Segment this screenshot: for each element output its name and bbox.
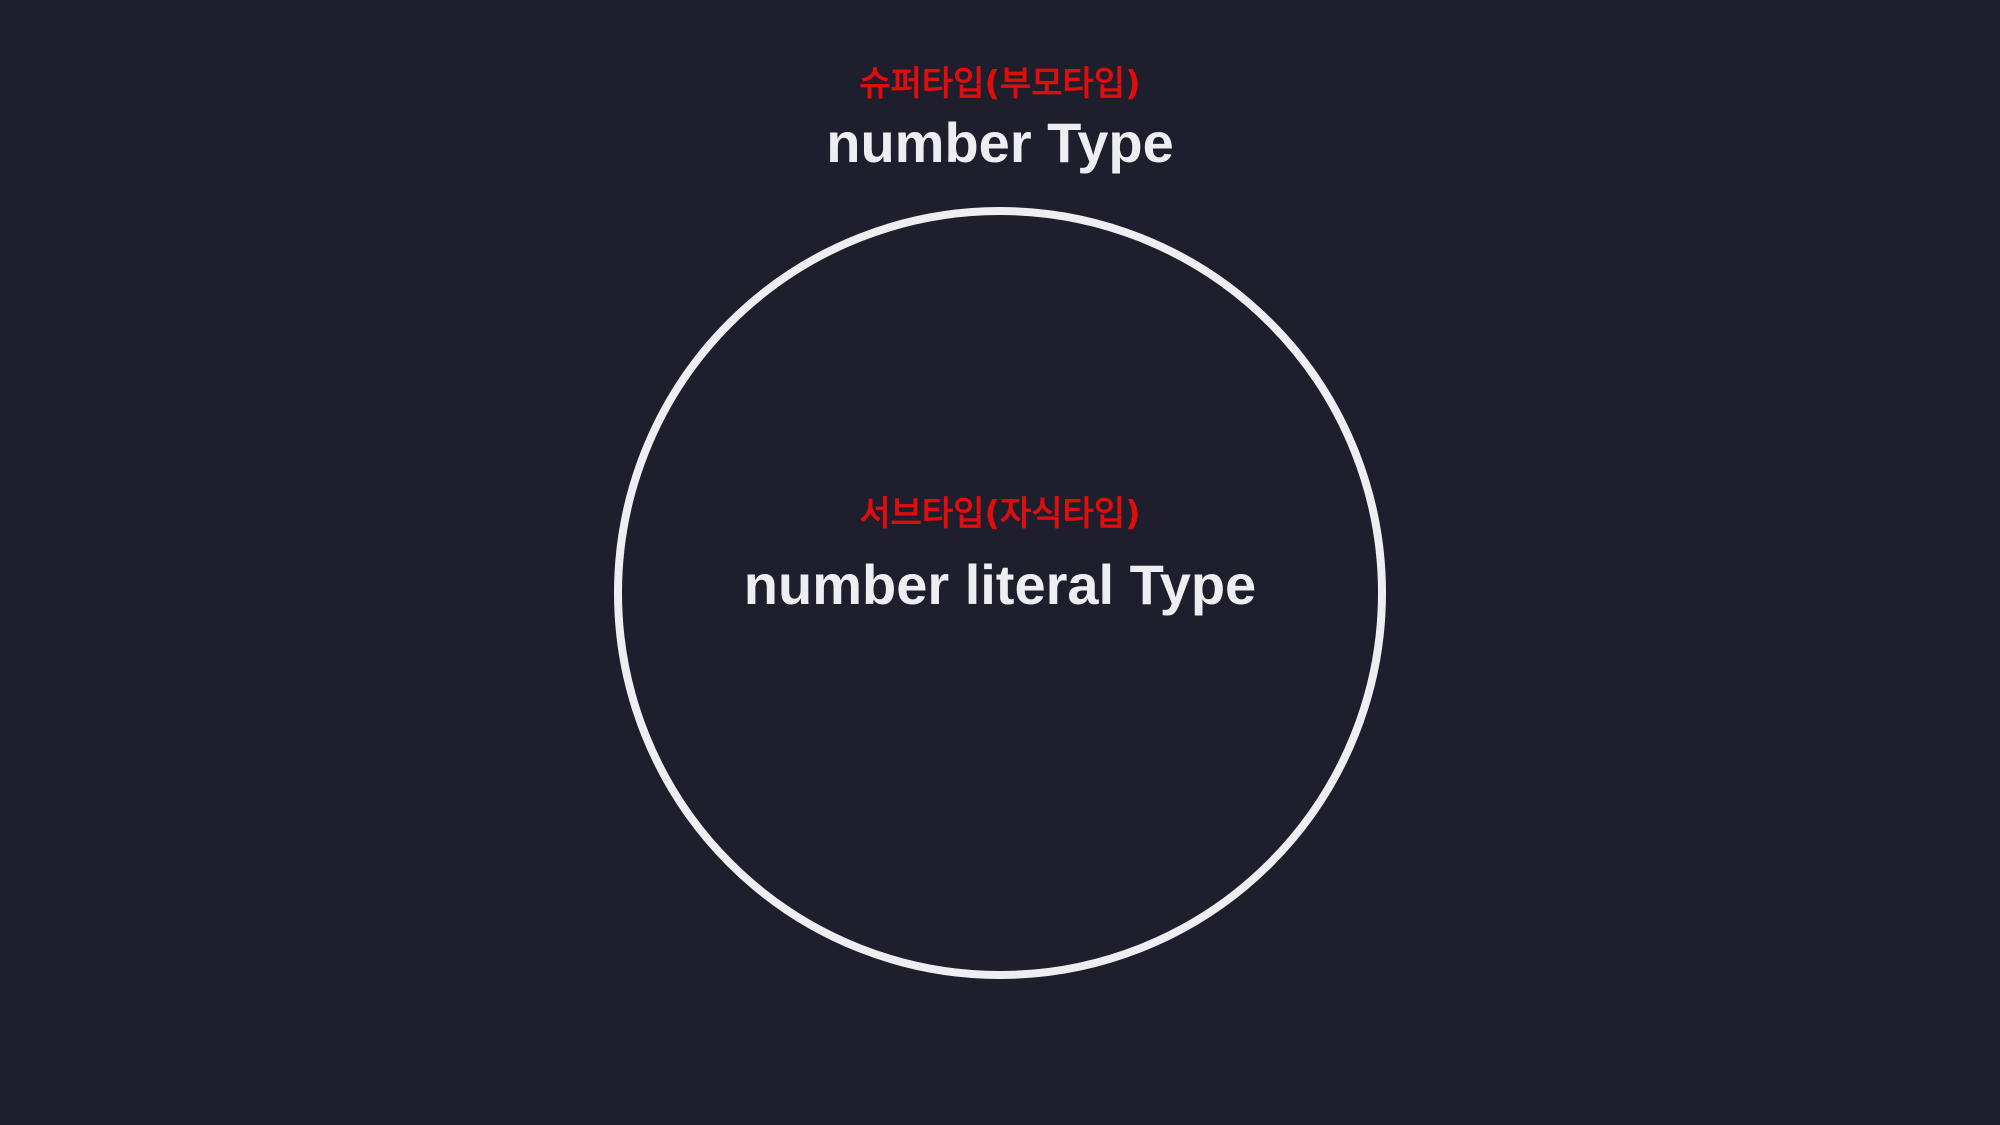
supertype-category-label: 슈퍼타입(부모타입): [859, 64, 1141, 104]
diagram-canvas: 슈퍼타입(부모타입) number Type 서브타입(자식타입) number…: [0, 0, 2000, 1125]
subtype-name-label: number literal Type: [743, 553, 1257, 616]
subtype-category-label: 서브타입(자식타입): [859, 494, 1141, 534]
supertype-name-label: number Type: [826, 111, 1174, 174]
